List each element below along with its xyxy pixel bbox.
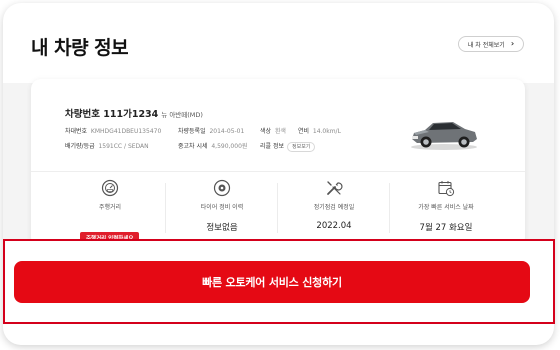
spec-key-displacement: 배기량/등급: [65, 143, 95, 150]
spec-key-color: 색상: [260, 128, 272, 135]
spec-value-vin: KMHDG41DBEU135470: [90, 128, 162, 135]
spec-value-registration-date: 2014-05-01: [209, 128, 245, 135]
spec-value-used-price: 4,590,000원: [211, 143, 248, 150]
stat-tire-history[interactable]: 타이어 정비 이력 정보없음: [167, 179, 277, 241]
spec-key-recall: 리콜 정보: [260, 143, 284, 150]
stat-separator: [389, 183, 390, 233]
page-title: 내 차량 정보: [31, 37, 129, 59]
spec-row-2: 배기량/등급 1591CC / SEDAN 중고차 시세 4,590,000원 …: [65, 141, 316, 152]
tire-icon: [213, 179, 231, 197]
spec-key-registration-date: 차량등록일: [178, 128, 206, 135]
stat-label-mileage: 주행거리: [98, 204, 122, 211]
stat-value-earliest-service-date: 7월 27 화요일: [419, 223, 473, 233]
chevron-right-icon: ›: [510, 39, 515, 48]
stat-earliest-service-date[interactable]: 가장 빠른 서비스 날짜 7월 27 화요일: [391, 179, 501, 241]
stat-inspection-date[interactable]: 정기점검 예정일 2022.04: [279, 179, 389, 241]
car-image: [411, 122, 477, 150]
plate-number: 차량번호 111가1234: [65, 109, 159, 120]
spec-row-1: 차대번호 KMHDG41DBEU135470 차량등록일 2014-05-01 …: [65, 126, 341, 135]
spec-value-displacement: 1591CC / SEDAN: [98, 143, 149, 150]
spec-value-color: 흰색: [274, 128, 286, 135]
stat-value-tire-history: 정보없음: [206, 223, 238, 233]
stat-separator: [277, 183, 278, 233]
stat-label-earliest-service-date: 가장 빠른 서비스 날짜: [418, 204, 474, 211]
car-model: 뉴 아반떼(MD): [161, 111, 203, 119]
recall-info-chip[interactable]: 정보보기: [287, 142, 316, 152]
quick-autocare-request-button[interactable]: 빠른 오토케어 서비스 신청하기: [14, 261, 530, 303]
calendar-clock-icon: [438, 181, 455, 197]
card-divider: [31, 171, 525, 172]
car-detail-card: 차량번호 111가1234 뉴 아반떼(MD) 차대번호 KMHDG41DBEU1…: [31, 79, 525, 247]
odometer-icon: [101, 179, 119, 197]
stat-separator: [165, 183, 166, 233]
spec-key-vin: 차대번호: [65, 128, 88, 135]
stat-label-inspection-date: 정기점검 예정일: [313, 204, 355, 211]
view-all-cars-button[interactable]: 내 차 전체보기 ›: [458, 36, 524, 52]
stat-value-inspection-date: 2022.04: [316, 221, 352, 231]
view-all-cars-label: 내 차 전체보기: [467, 41, 505, 49]
plate-line: 차량번호 111가1234 뉴 아반떼(MD): [65, 102, 203, 121]
wrench-icon: [327, 181, 343, 195]
spec-value-fuel-efficiency: 14.0km/L: [312, 128, 341, 135]
spec-key-fuel-efficiency: 연비: [298, 128, 310, 135]
stat-label-tire-history: 타이어 정비 이력: [200, 204, 244, 211]
spec-key-used-price: 중고차 시세: [178, 143, 208, 150]
